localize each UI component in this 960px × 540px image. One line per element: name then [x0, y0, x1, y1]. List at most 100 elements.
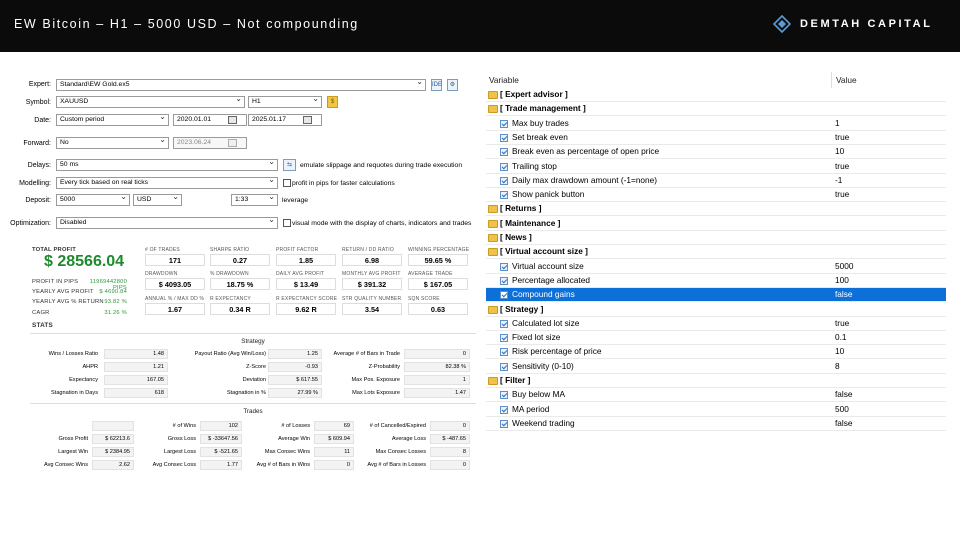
param-value[interactable]: 10: [831, 345, 946, 360]
param-group-row[interactable]: [ Strategy ]: [486, 303, 946, 317]
kpi-value: $ 4093.05: [145, 278, 205, 290]
kpi-label: R EXPECTANCY: [210, 296, 251, 302]
grid-value: 82.38 %: [404, 362, 470, 372]
column-header-value[interactable]: Value: [836, 75, 857, 85]
grid-label: Avg # of Bars in Wins: [256, 462, 310, 468]
param-row[interactable]: Calculated lot size true: [486, 317, 946, 331]
param-label: Daily max drawdown amount (-1=none): [512, 174, 658, 185]
kpi-label: SQN SCORE: [408, 296, 440, 302]
optimization-note: visual mode with the display of charts, …: [292, 220, 472, 227]
param-value[interactable]: 10: [831, 145, 946, 160]
profit-pips-label: PROFIT IN PIPS: [32, 279, 79, 285]
param-value[interactable]: 0.1: [831, 331, 946, 346]
param-value[interactable]: [831, 231, 946, 245]
param-row[interactable]: Virtual account size 5000: [486, 260, 946, 274]
param-value[interactable]: true: [831, 188, 946, 203]
calendar-icon[interactable]: [303, 116, 312, 124]
param-value[interactable]: [831, 202, 946, 217]
column-header-variable[interactable]: Variable: [489, 75, 519, 85]
delays-settings-icon[interactable]: ⇆: [283, 159, 296, 171]
edit-expert-button[interactable]: IDE: [431, 79, 442, 91]
yearly-profit-value: $ 4690.84: [99, 289, 127, 295]
kpi-value: 1.67: [145, 303, 205, 315]
param-group-row[interactable]: [ Filter ]: [486, 374, 946, 388]
param-value[interactable]: 5000: [831, 260, 946, 274]
currency-select[interactable]: USD: [133, 194, 182, 206]
param-row[interactable]: Trailing stop true: [486, 160, 946, 174]
param-group-row[interactable]: [ Returns ]: [486, 202, 946, 217]
kpi-label: R EXPECTANCY SCORE: [276, 296, 338, 302]
param-value[interactable]: false: [831, 417, 946, 431]
param-value[interactable]: true: [831, 131, 946, 145]
param-value[interactable]: [831, 245, 946, 260]
optimization-select[interactable]: Disabled: [56, 217, 278, 229]
param-value[interactable]: true: [831, 317, 946, 331]
param-value[interactable]: true: [831, 160, 946, 174]
grid-value: 618: [104, 388, 168, 398]
strategy-title: Strategy: [241, 338, 265, 345]
param-row[interactable]: Fixed lot size 0.1: [486, 331, 946, 346]
grid-value: -0.93: [268, 362, 322, 372]
param-group-row[interactable]: [ Trade management ]: [486, 102, 946, 117]
param-group-row[interactable]: [ Virtual account size ]: [486, 245, 946, 260]
leverage-select[interactable]: 1:33: [231, 194, 278, 206]
param-label: Show panick button: [512, 189, 585, 200]
param-value[interactable]: 1: [831, 117, 946, 131]
grid-value: $ 617.55: [268, 375, 322, 385]
param-value[interactable]: [831, 374, 946, 388]
profit-in-pips-checkbox[interactable]: [283, 179, 291, 187]
visual-mode-checkbox[interactable]: [283, 219, 291, 227]
param-value[interactable]: false: [831, 288, 946, 303]
param-value[interactable]: [831, 303, 946, 317]
param-group-row[interactable]: [ Maintenance ]: [486, 217, 946, 231]
date-period-select[interactable]: Custom period: [56, 114, 169, 126]
kpi-label: PROFIT FACTOR: [276, 247, 319, 253]
deposit-select[interactable]: 5000: [56, 194, 130, 206]
param-row[interactable]: MA period 500: [486, 403, 946, 417]
param-label: Percentage allocated: [512, 274, 590, 285]
param-row[interactable]: Buy below MA false: [486, 388, 946, 403]
modelling-select[interactable]: Every tick based on real ticks: [56, 177, 278, 189]
calendar-icon[interactable]: [228, 116, 237, 124]
symbol-properties-icon[interactable]: $: [327, 96, 338, 108]
kpi-value: 171: [145, 254, 205, 266]
kpi-label: SHARPE RATIO: [210, 247, 250, 253]
param-row[interactable]: Break even as percentage of open price 10: [486, 145, 946, 160]
kpi-value: $ 391.32: [342, 278, 402, 290]
symbol-select[interactable]: XAUUSD: [56, 96, 245, 108]
param-row[interactable]: Sensitivity (0-10) 8: [486, 360, 946, 374]
param-value[interactable]: -1: [831, 174, 946, 188]
modelling-note: profit in pips for faster calculations: [292, 180, 395, 187]
expert-select[interactable]: Standard\EW Gold.ex5: [56, 79, 426, 91]
column-divider[interactable]: [831, 72, 832, 88]
param-row[interactable]: Percentage allocated 100: [486, 274, 946, 288]
grid-label: Stagnation in %: [226, 390, 266, 396]
date-label: Date:: [34, 117, 51, 124]
grid-label: Largest Win: [58, 449, 88, 455]
timeframe-select[interactable]: H1: [248, 96, 322, 108]
param-value[interactable]: 8: [831, 360, 946, 374]
delays-select[interactable]: 50 ms: [56, 159, 278, 171]
param-label: Fixed lot size: [512, 332, 561, 343]
param-row[interactable]: Risk percentage of price 10: [486, 345, 946, 360]
grid-label: # of Wins: [172, 423, 196, 429]
param-value[interactable]: false: [831, 388, 946, 403]
param-value[interactable]: 500: [831, 403, 946, 417]
expert-settings-gear-icon[interactable]: ⚙: [447, 79, 458, 91]
divider: [30, 403, 476, 404]
param-value[interactable]: [831, 217, 946, 231]
param-value[interactable]: [831, 102, 946, 117]
param-row[interactable]: Compound gains false: [486, 288, 946, 303]
param-row[interactable]: Weekend trading false: [486, 417, 946, 431]
param-group-row[interactable]: [ Expert advisor ]: [486, 88, 946, 102]
param-row[interactable]: Daily max drawdown amount (-1=none) -1: [486, 174, 946, 188]
param-value[interactable]: 100: [831, 274, 946, 288]
param-value[interactable]: [831, 88, 946, 102]
param-row[interactable]: Show panick button true: [486, 188, 946, 203]
grid-value: $ 2384.95: [92, 447, 134, 457]
param-row[interactable]: Set break even true: [486, 131, 946, 145]
param-group-row[interactable]: [ News ]: [486, 231, 946, 245]
param-row[interactable]: Max buy trades 1: [486, 117, 946, 131]
kpi-value: 18.75 %: [210, 278, 270, 290]
forward-select[interactable]: No: [56, 137, 169, 149]
